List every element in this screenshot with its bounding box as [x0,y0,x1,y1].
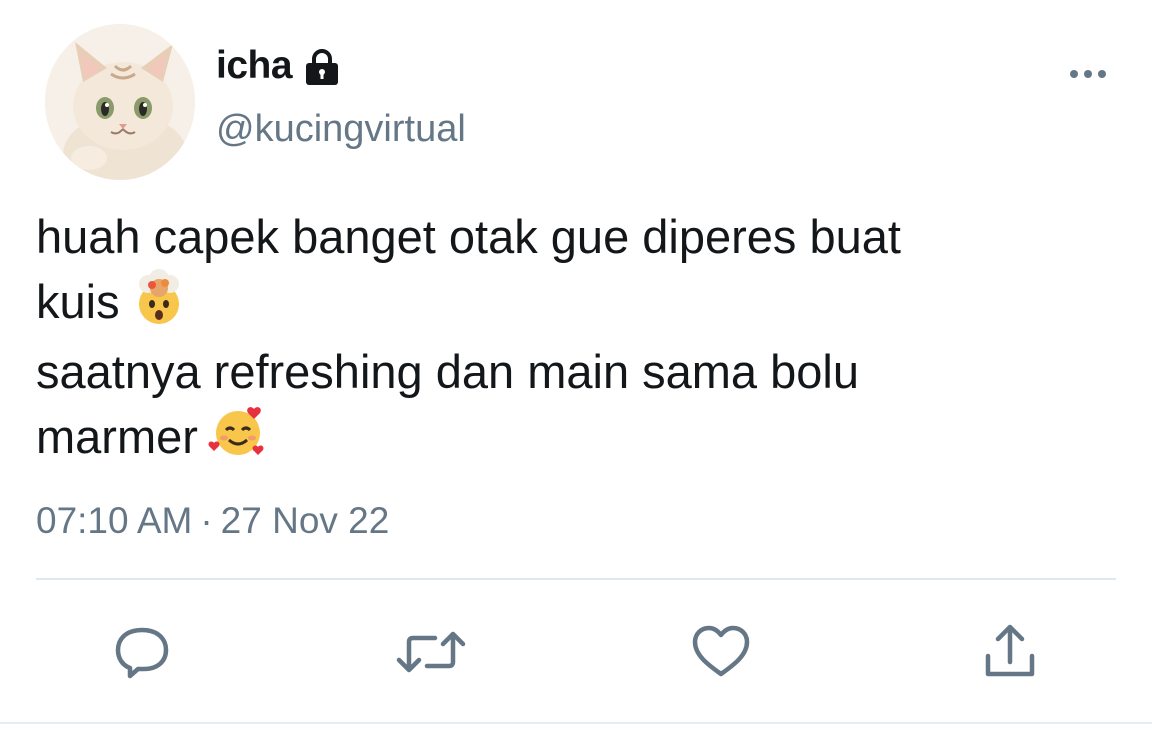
tweet-actions [0,612,1152,692]
tweet-time: 07:10 AM [36,500,193,541]
tweet-text: huah capek banget otak gue diperes buat … [36,206,1116,476]
tweet-line-1-text: huah capek banget otak gue diperes buat [36,210,901,263]
user-handle[interactable]: @kucingvirtual [216,108,466,151]
cat-avatar-icon [45,24,195,180]
retweet-icon [396,631,466,673]
tweet-date: 27 Nov 22 [220,500,390,541]
tweet-line-3: saatnya refreshing dan main sama bolu [36,341,1116,403]
avatar[interactable] [45,24,195,180]
bottom-divider [0,722,1152,724]
exploding-head-emoji-icon [130,268,188,341]
reply-icon [115,627,169,679]
share-button[interactable] [970,612,1050,692]
reply-button[interactable] [102,612,182,692]
tweet-card: icha @kucingvirtual huah capek banget ot… [0,0,1152,744]
display-name[interactable]: icha [216,44,293,88]
tweet-line-4: marmer [36,403,1116,476]
share-icon [985,624,1035,677]
smiling-face-with-hearts-emoji-icon [208,403,268,476]
timestamp-separator: · [200,500,213,541]
like-icon [692,625,750,677]
tweet-line-1: huah capek banget otak gue diperes buat [36,206,1116,268]
tweet-timestamp[interactable]: 07:10 AM · 27 Nov 22 [36,500,389,542]
retweet-button[interactable] [391,612,471,692]
lock-icon [302,49,342,87]
tweet-line-2-text: kuis [36,275,120,328]
like-button[interactable] [681,612,761,692]
tweet-line-4-text: marmer [36,410,198,463]
more-options-icon[interactable] [1066,62,1110,86]
user-name-row: icha [216,42,342,90]
divider [36,578,1116,580]
tweet-line-3-text: saatnya refreshing dan main sama bolu [36,345,859,398]
tweet-line-2: kuis [36,268,1116,341]
